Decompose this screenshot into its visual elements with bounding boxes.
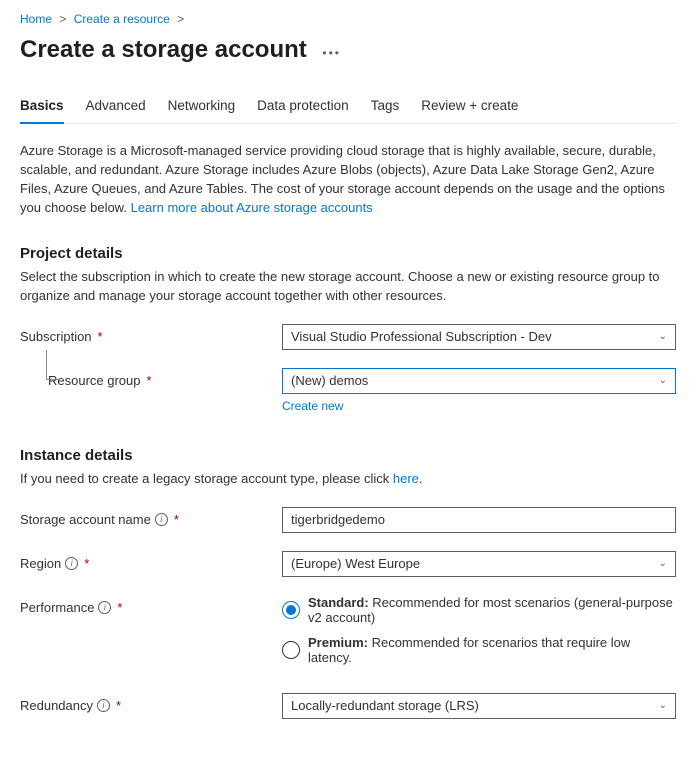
region-select[interactable]: (Europe) West Europe ⌄ [282,551,676,577]
create-new-rg-link[interactable]: Create new [282,399,343,413]
tab-tags[interactable]: Tags [371,92,400,123]
required-indicator: * [116,698,121,713]
breadcrumb-home[interactable]: Home [20,12,52,26]
legacy-text: If you need to create a legacy storage a… [20,470,677,489]
info-icon[interactable]: i [97,699,110,712]
performance-label: Performance i * [20,595,282,615]
required-indicator: * [117,600,122,615]
required-indicator: * [84,556,89,571]
redundancy-select[interactable]: Locally-redundant storage (LRS) ⌄ [282,693,676,719]
chevron-down-icon: ⌄ [659,329,667,345]
radio-icon [282,601,300,619]
page-title: Create a storage account [20,36,307,64]
redundancy-label: Redundancy i * [20,693,282,713]
subscription-label: Subscription * [20,324,282,344]
more-icon[interactable]: ••• [322,46,341,60]
title-row: Create a storage account ••• [20,36,677,68]
required-indicator: * [174,512,179,527]
subscription-select[interactable]: Visual Studio Professional Subscription … [282,324,676,350]
chevron-right-icon: > [177,12,184,26]
project-details-desc: Select the subscription in which to crea… [20,268,677,306]
tab-advanced[interactable]: Advanced [86,92,146,123]
chevron-down-icon: ⌄ [659,698,667,714]
chevron-down-icon: ⌄ [659,373,667,389]
tab-review-create[interactable]: Review + create [421,92,518,123]
chevron-down-icon: ⌄ [659,556,667,572]
info-icon[interactable]: i [98,601,111,614]
region-label: Region i * [20,551,282,571]
learn-more-link[interactable]: Learn more about Azure storage accounts [131,200,373,215]
radio-icon [282,641,300,659]
info-icon[interactable]: i [155,513,168,526]
breadcrumb: Home > Create a resource > [20,12,677,26]
storage-account-name-label: Storage account name i * [20,507,282,527]
resource-group-select[interactable]: (New) demos ⌄ [282,368,676,394]
required-indicator: * [98,329,103,344]
legacy-here-link[interactable]: here [393,471,419,486]
performance-standard-radio[interactable]: Standard: Recommended for most scenarios… [282,595,677,625]
required-indicator: * [147,373,152,388]
storage-account-name-input[interactable] [282,507,676,533]
tab-data-protection[interactable]: Data protection [257,92,349,123]
info-icon[interactable]: i [65,557,78,570]
performance-premium-label: Premium: Recommended for scenarios that … [308,635,677,665]
project-details-heading: Project details [20,245,677,262]
breadcrumb-create-resource[interactable]: Create a resource [74,12,170,26]
tabs-bar: Basics Advanced Networking Data protecti… [20,92,677,124]
intro-text: Azure Storage is a Microsoft-managed ser… [20,142,677,217]
instance-details-heading: Instance details [20,447,677,464]
performance-premium-radio[interactable]: Premium: Recommended for scenarios that … [282,635,677,665]
performance-standard-label: Standard: Recommended for most scenarios… [308,595,677,625]
tree-connector-icon [46,350,58,380]
chevron-right-icon: > [59,12,66,26]
tab-networking[interactable]: Networking [168,92,236,123]
resource-group-label: Resource group * [20,368,282,388]
tab-basics[interactable]: Basics [20,92,64,123]
